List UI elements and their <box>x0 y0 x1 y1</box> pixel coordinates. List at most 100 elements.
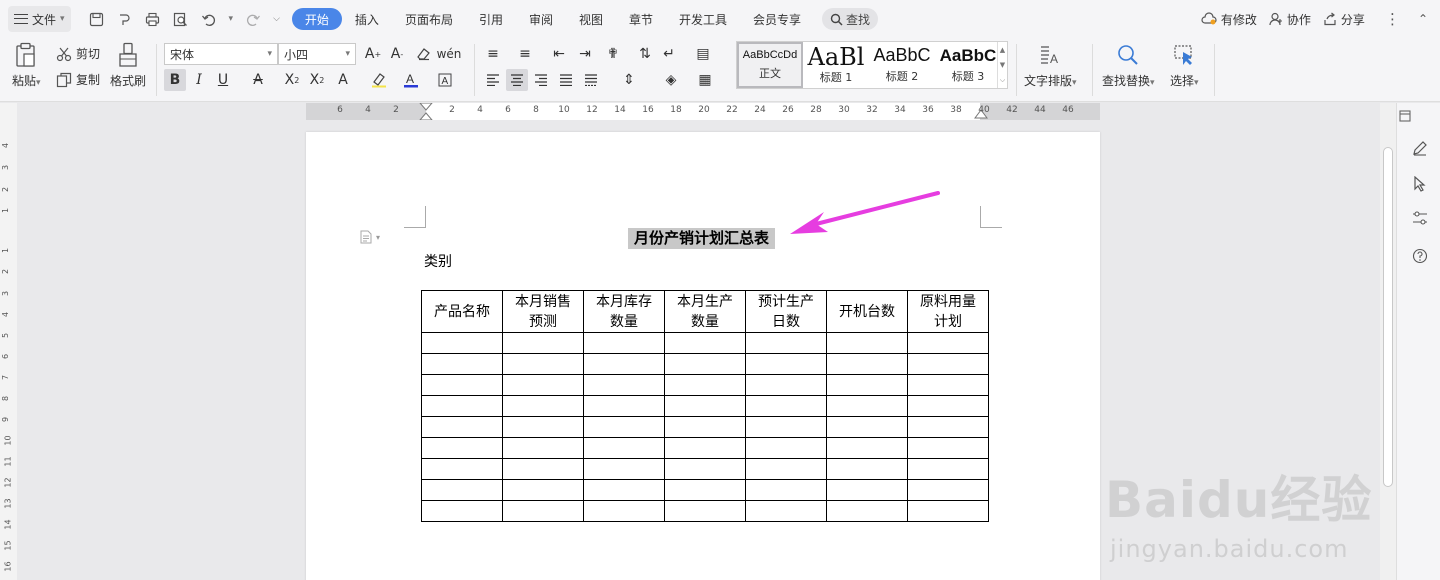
increase-indent-icon[interactable]: ⇥ <box>574 43 596 65</box>
table-cell[interactable] <box>502 500 584 522</box>
table-tools-icon[interactable]: ▤ <box>692 43 714 65</box>
table-cell[interactable] <box>421 458 503 480</box>
table-cell[interactable] <box>907 353 989 375</box>
table-cell[interactable] <box>664 395 746 417</box>
table-cell[interactable] <box>502 353 584 375</box>
justify-icon[interactable] <box>555 69 577 91</box>
table-cell[interactable] <box>421 374 503 396</box>
save-icon[interactable] <box>89 11 105 27</box>
table-cell[interactable] <box>421 416 503 438</box>
font-color-icon[interactable]: A <box>400 69 422 91</box>
header-production[interactable]: 本月生产 数量 <box>664 290 746 333</box>
tab-review[interactable]: 审阅 <box>516 8 566 30</box>
table-cell[interactable] <box>583 500 665 522</box>
table-cell[interactable] <box>664 374 746 396</box>
table-cell[interactable] <box>664 332 746 354</box>
table-cell[interactable] <box>826 479 908 501</box>
table-cell[interactable] <box>421 395 503 417</box>
file-menu-button[interactable]: 文件 ▾ <box>8 6 71 32</box>
table-cell[interactable] <box>583 395 665 417</box>
text-effect-icon[interactable]: A <box>332 69 354 91</box>
summary-table[interactable]: 产品名称 本月销售 预测 本月库存 数量 本月生产 数量 预计生产 日数 开机台数 原料… <box>421 290 989 522</box>
collapse-ribbon-icon[interactable]: ⌃ <box>1418 12 1428 26</box>
superscript-icon[interactable]: X2 <box>281 69 303 91</box>
table-cell[interactable] <box>745 500 827 522</box>
align-right-icon[interactable] <box>530 69 552 91</box>
tab-developer[interactable]: 开发工具 <box>666 8 740 30</box>
header-material-plan[interactable]: 原料用量 计划 <box>907 290 989 333</box>
bold-icon[interactable]: B <box>164 69 186 91</box>
table-cell[interactable] <box>907 395 989 417</box>
table-cell[interactable] <box>826 500 908 522</box>
collab-button[interactable]: 协作 <box>1269 11 1311 28</box>
format-painter-button[interactable]: 格式刷 <box>110 42 146 89</box>
style-heading-3[interactable]: AaBbC 标题 3 <box>935 42 1001 88</box>
tab-insert[interactable]: 插入 <box>342 8 392 30</box>
style-normal[interactable]: AaBbCcDd 正文 <box>737 42 803 88</box>
table-cell[interactable] <box>502 458 584 480</box>
styles-scroll[interactable]: ▲ ▼ ⌵ <box>997 42 1007 88</box>
table-cell[interactable] <box>826 374 908 396</box>
table-cell[interactable] <box>907 479 989 501</box>
indent-marker-icon[interactable] <box>419 103 433 120</box>
tab-references[interactable]: 引用 <box>466 8 516 30</box>
table-cell[interactable] <box>826 353 908 375</box>
table-cell[interactable] <box>583 479 665 501</box>
highlight-icon[interactable] <box>368 69 390 91</box>
format-output-icon[interactable] <box>117 11 133 27</box>
table-cell[interactable] <box>745 416 827 438</box>
table-cell[interactable] <box>502 479 584 501</box>
line-spacing-icon[interactable]: ⇕ <box>618 69 640 91</box>
shrink-font-icon[interactable]: A- <box>386 43 408 65</box>
table-cell[interactable] <box>664 458 746 480</box>
decrease-indent-icon[interactable]: ⇤ <box>548 43 570 65</box>
table-cell[interactable] <box>583 458 665 480</box>
align-center-icon[interactable] <box>506 69 528 91</box>
table-cell[interactable] <box>583 332 665 354</box>
table-cell[interactable] <box>745 437 827 459</box>
undo-dropdown-icon[interactable]: ▾ <box>229 14 234 24</box>
subscript-icon[interactable]: X2 <box>306 69 328 91</box>
chinese-layout-icon[interactable]: ✟ <box>602 43 624 65</box>
table-cell[interactable] <box>664 437 746 459</box>
table-cell[interactable] <box>502 374 584 396</box>
style-heading-2[interactable]: AaBbC 标题 2 <box>869 42 935 88</box>
table-cell[interactable] <box>826 395 908 417</box>
pointer-icon[interactable] <box>1411 175 1429 193</box>
header-sales-forecast[interactable]: 本月销售 预测 <box>502 290 584 333</box>
header-inventory[interactable]: 本月库存 数量 <box>583 290 665 333</box>
table-cell[interactable] <box>907 332 989 354</box>
italic-icon[interactable]: I <box>188 69 210 91</box>
table-cell[interactable] <box>745 332 827 354</box>
table-cell[interactable] <box>664 479 746 501</box>
edit-pen-icon[interactable] <box>1411 139 1429 157</box>
table-cell[interactable] <box>745 374 827 396</box>
tab-section[interactable]: 章节 <box>616 8 666 30</box>
shading-icon[interactable]: ◈ <box>660 69 682 91</box>
table-cell[interactable] <box>745 479 827 501</box>
table-cell[interactable] <box>583 416 665 438</box>
table-cell[interactable] <box>907 437 989 459</box>
table-cell[interactable] <box>664 416 746 438</box>
table-cell[interactable] <box>502 332 584 354</box>
paste-button[interactable]: 粘贴▾ <box>12 42 41 89</box>
char-border-icon[interactable]: A <box>434 69 456 91</box>
header-machines[interactable]: 开机台数 <box>826 290 908 333</box>
settings-sliders-icon[interactable] <box>1411 209 1429 227</box>
table-cell[interactable] <box>745 395 827 417</box>
document-page[interactable]: ▾ 月份产销计划汇总表 类别 产品名称 本月销售 预测 本月库存 数量 本月生产 数量… <box>306 132 1100 580</box>
align-left-icon[interactable] <box>482 69 504 91</box>
table-cell[interactable] <box>826 416 908 438</box>
header-product-name[interactable]: 产品名称 <box>421 290 503 333</box>
distributed-align-icon[interactable] <box>580 69 602 91</box>
table-cell[interactable] <box>907 374 989 396</box>
clear-format-icon[interactable] <box>412 43 434 65</box>
select-button[interactable]: 选择▾ <box>1170 42 1199 89</box>
table-cell[interactable] <box>421 500 503 522</box>
table-cell[interactable] <box>583 437 665 459</box>
help-icon[interactable] <box>1411 247 1429 265</box>
table-cell[interactable] <box>583 353 665 375</box>
print-preview-icon[interactable] <box>173 11 189 27</box>
table-cell[interactable] <box>664 500 746 522</box>
paragraph-marks-icon[interactable]: ↵ <box>658 43 680 65</box>
